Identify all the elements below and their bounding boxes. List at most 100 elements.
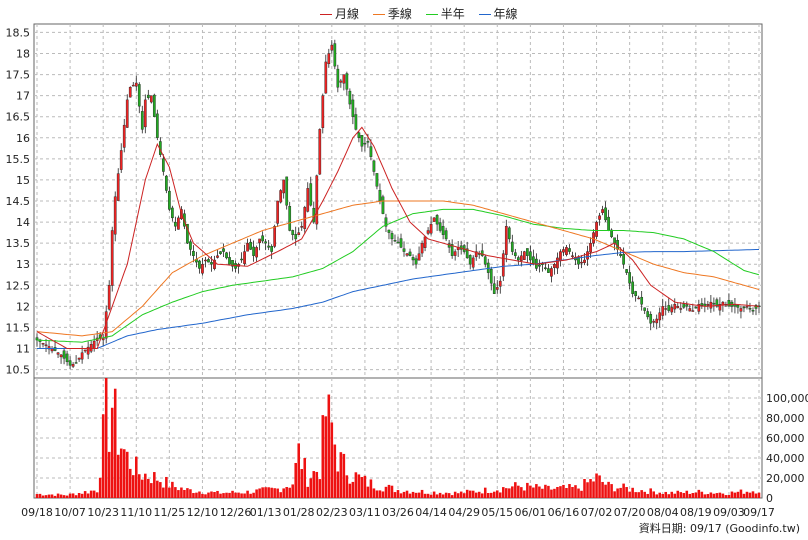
volume-bar <box>77 493 81 498</box>
volume-bar <box>252 492 255 498</box>
volume-bar <box>477 491 481 498</box>
candle-body <box>327 53 331 65</box>
volume-bar <box>706 494 710 498</box>
candle-body <box>664 308 668 310</box>
volume-bar <box>465 489 469 498</box>
volume-bar <box>303 458 307 498</box>
date-tick-label: 11/10 <box>120 506 152 519</box>
candle-body <box>198 260 201 269</box>
volume-bar <box>354 472 358 498</box>
volume-bar <box>327 394 331 498</box>
volume-bar <box>59 494 63 498</box>
candle-body <box>706 304 710 306</box>
candle-body <box>622 253 625 265</box>
volume-bar <box>568 484 571 498</box>
volume-bar <box>225 492 228 498</box>
volume-bar <box>538 486 541 498</box>
candle-body <box>125 99 129 128</box>
volume-bar <box>553 488 556 498</box>
volume-bar <box>523 490 526 498</box>
candle-body <box>222 248 225 252</box>
volume-bar <box>159 482 162 498</box>
candle-body <box>381 196 385 214</box>
volume-bar <box>727 494 731 498</box>
volume-bar <box>745 491 749 498</box>
volume-tick-label: 80,000 <box>766 412 805 425</box>
volume-bar <box>526 482 529 498</box>
candle-body <box>598 215 601 220</box>
candle-body <box>291 230 295 235</box>
volume-bar <box>192 493 195 498</box>
candle-body <box>589 242 592 253</box>
volume-bar <box>116 454 120 498</box>
date-tick-label: 05/15 <box>481 506 513 519</box>
candle-body <box>607 216 610 231</box>
candle-body <box>637 297 641 300</box>
volume-bar <box>330 422 334 498</box>
volume-bar <box>270 487 273 498</box>
volume-bar <box>715 493 719 498</box>
date-tick-label: 08/04 <box>647 506 679 519</box>
volume-bar <box>372 488 376 498</box>
volume-bar <box>631 487 634 498</box>
volume-tick-label: 60,000 <box>766 432 805 445</box>
candle-body <box>89 344 93 352</box>
candle-body <box>547 268 550 273</box>
candle-body <box>583 259 586 263</box>
candle-body <box>387 229 391 233</box>
candle-body <box>529 251 532 261</box>
candle-body <box>155 113 159 138</box>
candle-body <box>243 251 246 264</box>
volume-tick-label: 40,000 <box>766 452 805 465</box>
date-tick-label: 08/19 <box>680 506 712 519</box>
volume-bar <box>405 490 409 498</box>
candle-body <box>568 248 571 252</box>
volume-bar <box>559 486 562 498</box>
candle-body <box>44 344 48 347</box>
volume-bar <box>210 491 213 498</box>
volume-bar <box>41 495 45 498</box>
price-tick-label: 14 <box>16 216 30 229</box>
price-tick-label: 11 <box>16 343 30 356</box>
volume-bar <box>282 488 285 498</box>
volume-bar <box>92 490 96 498</box>
candle-body <box>652 320 656 323</box>
volume-bar <box>80 493 84 498</box>
volume-bar <box>544 484 547 498</box>
candle-body <box>333 43 337 67</box>
volume-bar <box>342 453 346 498</box>
volume-bar <box>739 489 743 498</box>
volume-bar <box>619 487 622 498</box>
date-tick-label: 10/23 <box>87 506 119 519</box>
price-tick-label: 16 <box>16 132 30 145</box>
volume-bar <box>38 493 42 498</box>
candle-body <box>165 175 168 191</box>
volume-bar <box>44 495 48 498</box>
price-tick-label: 13.5 <box>6 237 31 250</box>
candle-body <box>432 217 436 222</box>
candle-body <box>441 226 445 235</box>
candle-body <box>363 142 367 145</box>
volume-bar <box>68 493 72 498</box>
candle-body <box>679 308 683 310</box>
volume-bar <box>652 491 655 498</box>
volume-bar <box>712 493 716 498</box>
candle-body <box>544 267 547 269</box>
date-tick-label: 03/26 <box>382 506 414 519</box>
candle-body <box>321 95 325 128</box>
volume-bar <box>288 487 291 498</box>
volume-bar <box>95 492 99 498</box>
candle-body <box>110 230 114 286</box>
volume-bar <box>50 494 54 498</box>
volume-bar <box>435 494 439 498</box>
volume-bar <box>468 490 472 498</box>
volume-bar <box>249 493 252 498</box>
volume-bar <box>128 468 132 498</box>
volume-bar <box>348 483 352 498</box>
candle-body <box>411 257 415 261</box>
candle-body <box>393 240 397 242</box>
volume-bar <box>186 488 189 498</box>
candle-body <box>246 242 249 252</box>
candle-body <box>519 255 523 261</box>
candle-body <box>357 132 361 138</box>
